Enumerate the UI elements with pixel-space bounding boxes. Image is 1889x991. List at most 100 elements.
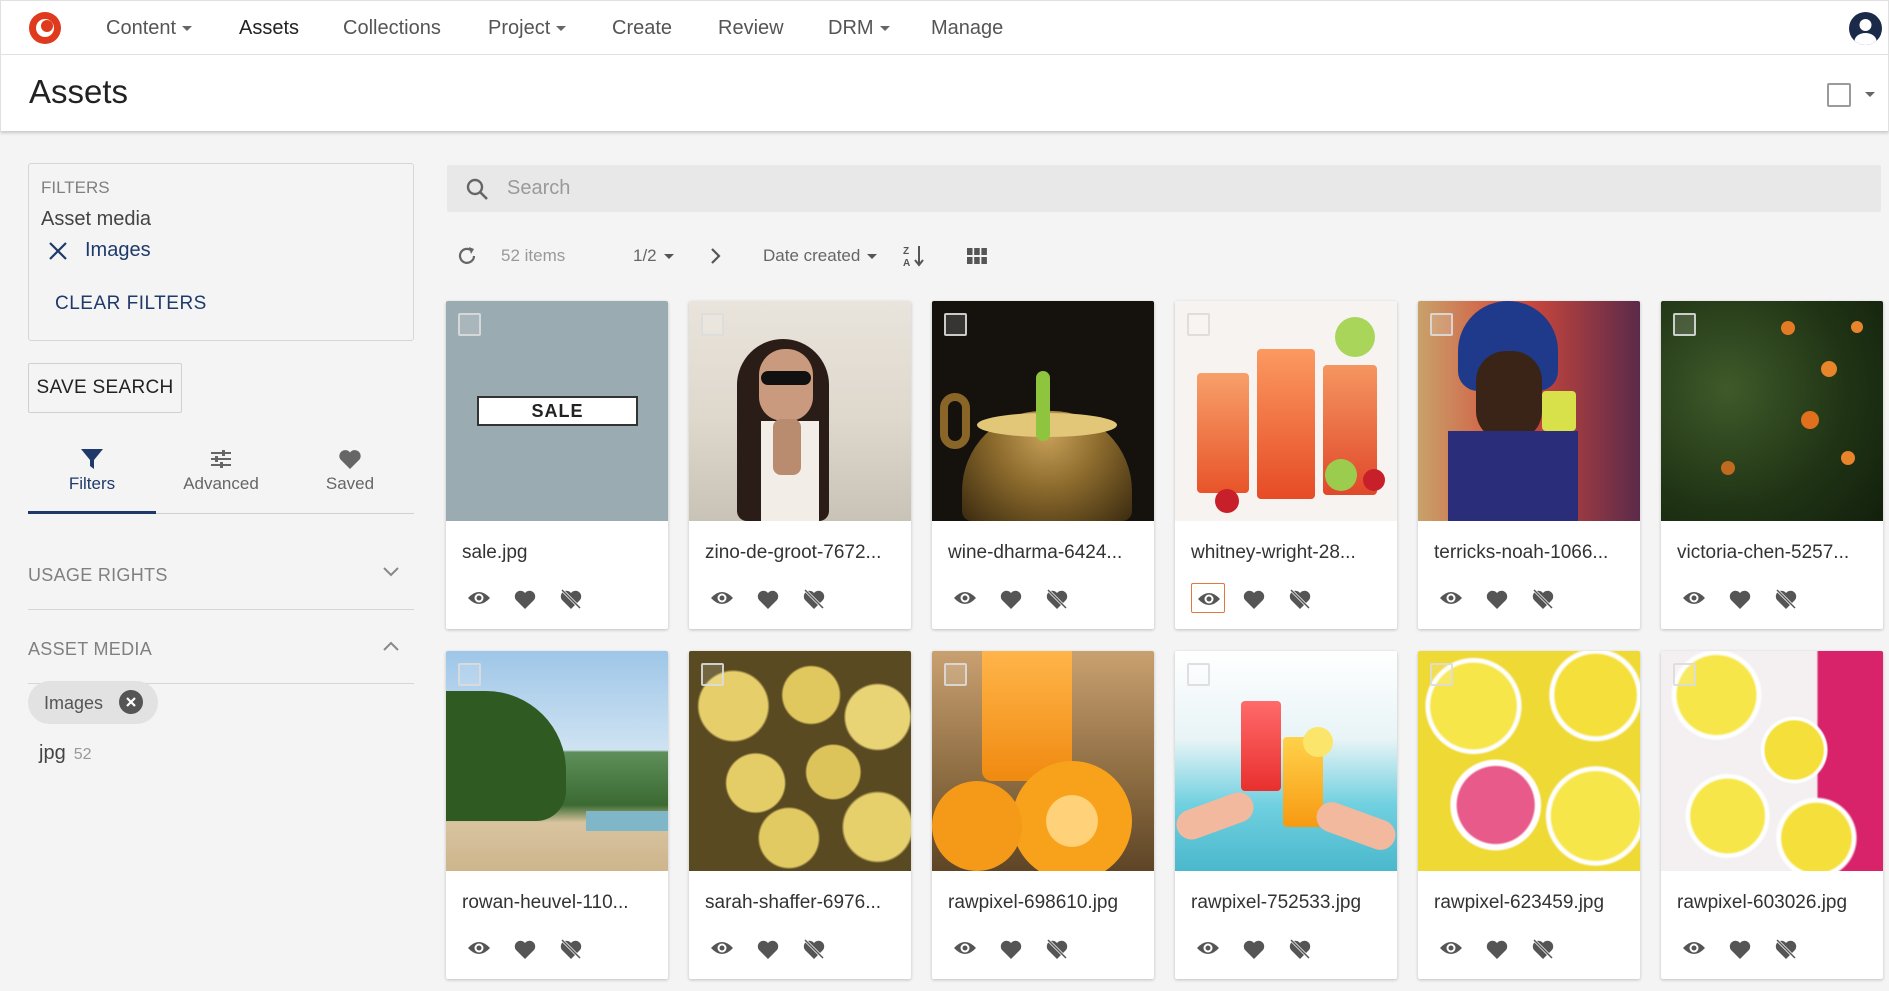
unfavorite-heart-icon[interactable] (1283, 933, 1317, 963)
unfavorite-heart-icon[interactable] (1769, 583, 1803, 613)
favorite-heart-icon[interactable] (751, 583, 785, 613)
preview-eye-icon[interactable] (1677, 933, 1711, 963)
asset-thumbnail[interactable] (446, 651, 668, 871)
facet-jpg[interactable]: jpg 52 (39, 742, 92, 765)
unfavorite-heart-icon[interactable] (1526, 933, 1560, 963)
unfavorite-heart-icon[interactable] (1040, 583, 1074, 613)
preview-eye-icon[interactable] (948, 583, 982, 613)
user-avatar-icon[interactable] (1849, 12, 1882, 45)
brand-logo-icon[interactable] (27, 10, 63, 46)
accordion-usage-rights[interactable]: USAGE RIGHTS (28, 536, 414, 610)
refresh-icon[interactable] (456, 245, 478, 267)
favorite-heart-icon[interactable] (508, 933, 542, 963)
preview-eye-icon[interactable] (1434, 933, 1468, 963)
nav-drm[interactable]: DRM (828, 1, 890, 55)
chevron-right-icon[interactable] (708, 247, 722, 265)
asset-card[interactable]: victoria-chen-5257... (1661, 301, 1883, 629)
favorite-heart-icon[interactable] (508, 583, 542, 613)
asset-checkbox[interactable] (1430, 663, 1453, 686)
asset-thumbnail[interactable] (1175, 301, 1397, 521)
asset-checkbox[interactable] (1673, 313, 1696, 336)
unfavorite-heart-icon[interactable] (1526, 583, 1560, 613)
favorite-heart-icon[interactable] (751, 933, 785, 963)
favorite-heart-icon[interactable] (1237, 583, 1271, 613)
asset-thumbnail[interactable]: SALE (446, 301, 668, 521)
remove-filter-icon[interactable] (47, 240, 69, 262)
asset-card[interactable]: rowan-heuvel-110... (446, 651, 668, 979)
unfavorite-heart-icon[interactable] (797, 583, 831, 613)
asset-checkbox[interactable] (1673, 663, 1696, 686)
asset-checkbox[interactable] (458, 663, 481, 686)
select-all-checkbox[interactable] (1827, 83, 1851, 107)
unfavorite-heart-icon[interactable] (554, 933, 588, 963)
nav-assets[interactable]: Assets (239, 1, 299, 55)
asset-card[interactable]: sarah-shaffer-6976... (689, 651, 911, 979)
tab-saved[interactable]: Saved (286, 443, 414, 513)
asset-checkbox[interactable] (1187, 663, 1210, 686)
asset-thumbnail[interactable] (1661, 301, 1883, 521)
asset-card[interactable]: rawpixel-698610.jpg (932, 651, 1154, 979)
preview-eye-icon[interactable] (462, 583, 496, 613)
asset-thumbnail[interactable] (1175, 651, 1397, 871)
unfavorite-heart-icon[interactable] (1283, 583, 1317, 613)
asset-thumbnail[interactable] (1418, 651, 1640, 871)
preview-eye-icon[interactable] (705, 583, 739, 613)
asset-thumbnail[interactable] (932, 651, 1154, 871)
tab-advanced[interactable]: Advanced (157, 443, 285, 513)
preview-eye-icon[interactable] (1677, 583, 1711, 613)
clear-filters-button[interactable]: CLEAR FILTERS (55, 293, 207, 315)
nav-review[interactable]: Review (718, 1, 784, 55)
chip-remove-icon[interactable] (119, 690, 143, 714)
preview-eye-icon[interactable] (1191, 933, 1225, 963)
asset-checkbox[interactable] (1430, 313, 1453, 336)
nav-project[interactable]: Project (488, 1, 567, 55)
sort-selector[interactable]: Date created (763, 246, 878, 266)
unfavorite-heart-icon[interactable] (797, 933, 831, 963)
preview-eye-icon[interactable] (948, 933, 982, 963)
search-input[interactable] (507, 173, 1847, 204)
favorite-heart-icon[interactable] (1723, 583, 1757, 613)
asset-card[interactable]: terricks-noah-1066... (1418, 301, 1640, 629)
asset-checkbox[interactable] (701, 313, 724, 336)
unfavorite-heart-icon[interactable] (1040, 933, 1074, 963)
asset-thumbnail[interactable] (932, 301, 1154, 521)
asset-checkbox[interactable] (944, 313, 967, 336)
sort-az-icon[interactable]: Z A (902, 244, 926, 268)
save-search-button[interactable]: SAVE SEARCH (28, 363, 182, 413)
asset-card[interactable]: SALE sale.jpg (446, 301, 668, 629)
favorite-heart-icon[interactable] (1480, 583, 1514, 613)
nav-manage[interactable]: Manage (931, 1, 1003, 55)
unfavorite-heart-icon[interactable] (1769, 933, 1803, 963)
favorite-heart-icon[interactable] (994, 583, 1028, 613)
favorite-heart-icon[interactable] (994, 933, 1028, 963)
asset-checkbox[interactable] (701, 663, 724, 686)
asset-card[interactable]: rawpixel-603026.jpg (1661, 651, 1883, 979)
asset-checkbox[interactable] (1187, 313, 1210, 336)
page-selector[interactable]: 1/2 (633, 246, 674, 266)
asset-thumbnail[interactable] (689, 651, 911, 871)
preview-eye-icon[interactable] (1191, 583, 1225, 613)
preview-eye-icon[interactable] (1434, 583, 1468, 613)
grid-view-icon[interactable] (967, 248, 987, 264)
unfavorite-heart-icon[interactable] (554, 583, 588, 613)
asset-checkbox[interactable] (458, 313, 481, 336)
asset-checkbox[interactable] (944, 663, 967, 686)
asset-thumbnail[interactable] (1661, 651, 1883, 871)
accordion-asset-media[interactable]: ASSET MEDIA (28, 610, 414, 684)
asset-card[interactable]: wine-dharma-6424... (932, 301, 1154, 629)
favorite-heart-icon[interactable] (1237, 933, 1271, 963)
asset-card[interactable]: rawpixel-623459.jpg (1418, 651, 1640, 979)
asset-card[interactable]: whitney-wright-28... (1175, 301, 1397, 629)
preview-eye-icon[interactable] (462, 933, 496, 963)
asset-card[interactable]: rawpixel-752533.jpg (1175, 651, 1397, 979)
tab-filters[interactable]: Filters (28, 443, 156, 514)
preview-eye-icon[interactable] (705, 933, 739, 963)
nav-collections[interactable]: Collections (343, 1, 441, 55)
nav-content[interactable]: Content (106, 1, 193, 55)
nav-create[interactable]: Create (612, 1, 672, 55)
select-menu-caret-icon[interactable] (1865, 92, 1875, 97)
asset-thumbnail[interactable] (689, 301, 911, 521)
asset-thumbnail[interactable] (1418, 301, 1640, 521)
asset-card[interactable]: zino-de-groot-7672... (689, 301, 911, 629)
favorite-heart-icon[interactable] (1480, 933, 1514, 963)
